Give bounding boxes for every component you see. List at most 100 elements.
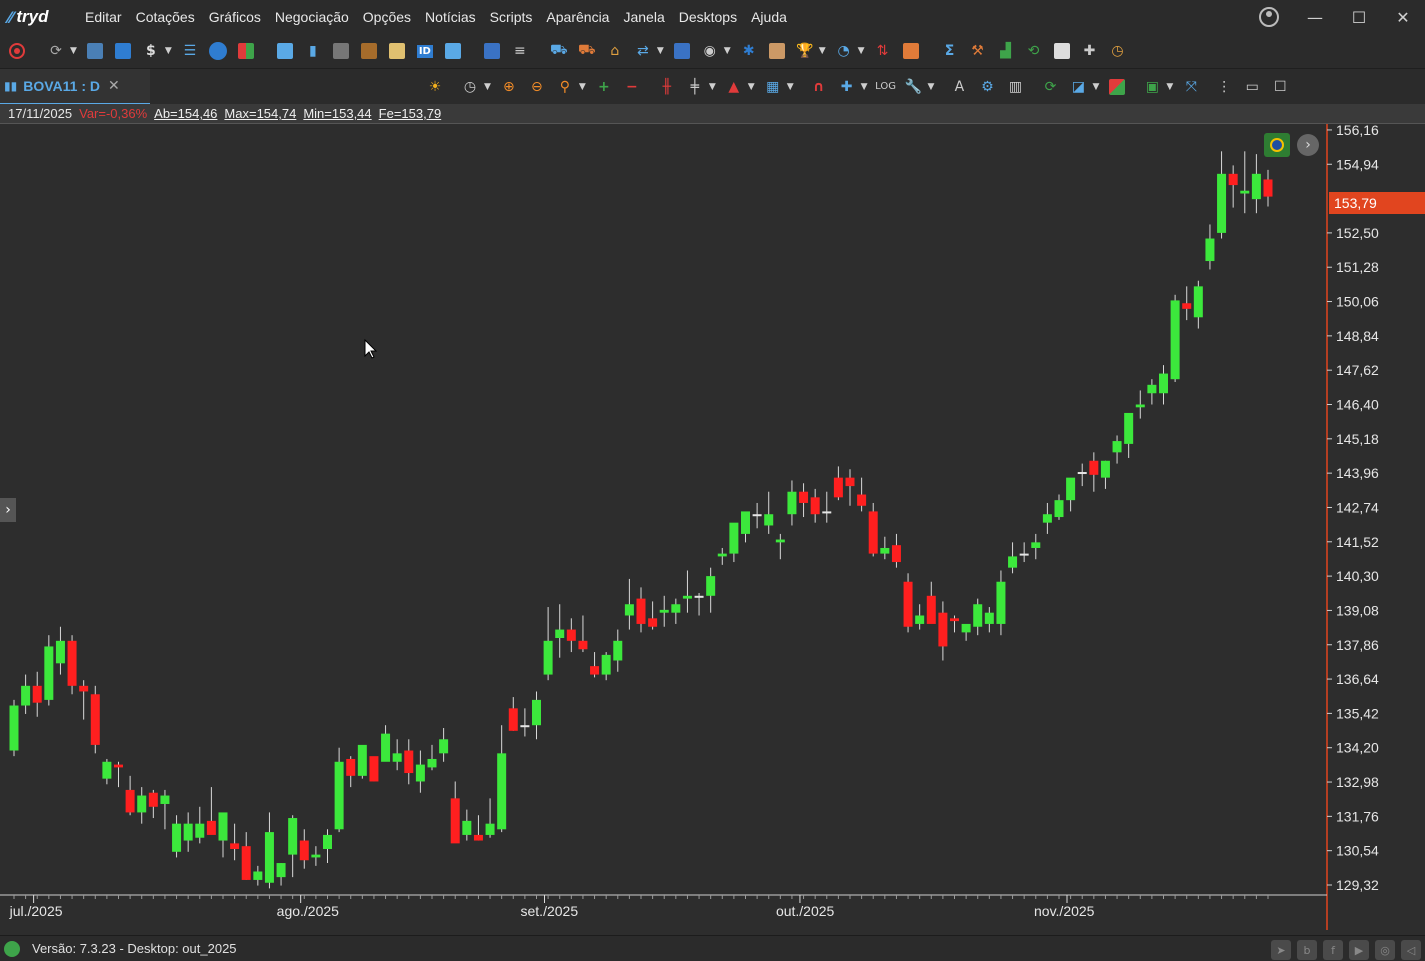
- panel-minimize-icon[interactable]: ▭: [1241, 76, 1263, 98]
- menu-scripts[interactable]: Scripts: [483, 9, 540, 25]
- card-icon[interactable]: [274, 40, 296, 62]
- book-icon[interactable]: [112, 40, 134, 62]
- chevron-down-icon[interactable]: ▼: [787, 82, 794, 92]
- menu-desktops[interactable]: Desktops: [672, 9, 744, 25]
- chevron-down-icon[interactable]: ▼: [165, 46, 172, 56]
- lightbulb-icon[interactable]: ☀: [424, 76, 446, 98]
- arrows-icon[interactable]: ⇅: [872, 40, 894, 62]
- sync-icon[interactable]: ⟲: [1023, 40, 1045, 62]
- bars-chart-icon[interactable]: ▥: [1004, 76, 1026, 98]
- page-icon[interactable]: [442, 40, 464, 62]
- candlestick-chart[interactable]: 156,16 154,94 152,50 151,28 150,06 148,84 147,…: [0, 124, 1425, 930]
- user-account-button[interactable]: [1245, 7, 1293, 27]
- menu-cotacoes[interactable]: Cotações: [129, 9, 202, 25]
- crosshair-icon[interactable]: ✚: [836, 76, 858, 98]
- select-icon[interactable]: ▣: [1141, 76, 1163, 98]
- dollar-icon[interactable]: $: [140, 40, 162, 62]
- tab-close-icon[interactable]: ✕: [108, 78, 120, 94]
- chevron-down-icon[interactable]: ▼: [484, 82, 491, 92]
- bars-icon[interactable]: ☰: [179, 40, 201, 62]
- cart-buy-icon[interactable]: ⛟: [548, 40, 570, 62]
- table-icon[interactable]: [481, 40, 503, 62]
- clock-icon[interactable]: ◷: [1107, 40, 1129, 62]
- period-clock-icon[interactable]: ◷: [459, 76, 481, 98]
- report-icon[interactable]: [671, 40, 693, 62]
- id-icon[interactable]: ID: [414, 40, 436, 62]
- instagram-icon[interactable]: ◎: [1375, 940, 1395, 960]
- menu-noticias[interactable]: Notícias: [418, 9, 483, 25]
- layout-icon[interactable]: ▦: [762, 76, 784, 98]
- chevron-down-icon[interactable]: ▼: [657, 46, 664, 56]
- box-icon[interactable]: [358, 40, 380, 62]
- settings-icon[interactable]: ⚙: [976, 76, 998, 98]
- tab-bova11[interactable]: ▮▮ BOVA11 : D ✕: [0, 68, 150, 105]
- shapes-icon[interactable]: ▲: [723, 76, 745, 98]
- menu-aparencia[interactable]: Aparência: [539, 9, 616, 25]
- mini-chart-icon[interactable]: ▟: [995, 40, 1017, 62]
- grid-color-icon[interactable]: [235, 40, 257, 62]
- eye-icon[interactable]: ◉: [699, 40, 721, 62]
- facebook-icon[interactable]: f: [1323, 940, 1343, 960]
- menu-graficos[interactable]: Gráficos: [202, 9, 268, 25]
- compare-icon[interactable]: [1106, 76, 1128, 98]
- add-bar-icon[interactable]: +: [593, 76, 615, 98]
- chart-area[interactable]: 156,16 154,94 152,50 151,28 150,06 148,84 147,…: [0, 124, 1425, 930]
- chevron-down-icon[interactable]: ▼: [819, 46, 826, 56]
- menu-ajuda[interactable]: Ajuda: [744, 9, 794, 25]
- chevron-down-icon[interactable]: ▼: [861, 82, 868, 92]
- telegram-icon[interactable]: ➤: [1271, 940, 1291, 960]
- close-button[interactable]: ✕: [1381, 8, 1425, 27]
- indicator-icon[interactable]: ╪: [684, 76, 706, 98]
- sigma-icon[interactable]: Σ: [939, 40, 961, 62]
- calculator-icon[interactable]: [330, 40, 352, 62]
- menu-negociacao[interactable]: Negociação: [268, 9, 356, 25]
- area-chart-icon[interactable]: ◪: [1067, 76, 1089, 98]
- document-icon[interactable]: [386, 40, 408, 62]
- cart-sell-icon[interactable]: ⛟: [576, 40, 598, 62]
- calendar-icon[interactable]: [766, 40, 788, 62]
- chevron-down-icon[interactable]: ▼: [748, 82, 755, 92]
- zoom-out-icon[interactable]: ⊖: [526, 76, 548, 98]
- minimize-button[interactable]: —: [1293, 8, 1337, 27]
- sheet-icon[interactable]: [1051, 40, 1073, 62]
- gear-blue-icon[interactable]: ✱: [738, 40, 760, 62]
- fit-icon[interactable]: ⤧: [1180, 76, 1202, 98]
- brazil-flag-icon[interactable]: [1264, 133, 1290, 157]
- chevron-down-icon[interactable]: ▼: [70, 46, 77, 56]
- trophy-icon[interactable]: 🏆: [794, 40, 816, 62]
- basket-icon[interactable]: ⌂: [604, 40, 626, 62]
- chevron-down-icon[interactable]: ▼: [928, 82, 935, 92]
- more-icon[interactable]: ⋮: [1213, 76, 1235, 98]
- candle-type-icon[interactable]: ╫: [656, 76, 678, 98]
- blog-icon[interactable]: b: [1297, 940, 1317, 960]
- menu-janela[interactable]: Janela: [616, 9, 671, 25]
- monitor-icon[interactable]: [84, 40, 106, 62]
- panel-maximize-icon[interactable]: ☐: [1269, 76, 1291, 98]
- menu-editar[interactable]: Editar: [78, 9, 129, 25]
- reload-icon[interactable]: ⟳: [1039, 76, 1061, 98]
- youtube-icon[interactable]: ▶: [1349, 940, 1369, 960]
- chevron-down-icon[interactable]: ▼: [1092, 82, 1099, 92]
- chevron-down-icon[interactable]: ▼: [724, 46, 731, 56]
- chevron-down-icon[interactable]: ▼: [858, 46, 865, 56]
- list-icon[interactable]: ≡: [509, 40, 531, 62]
- magnet-icon[interactable]: ∩: [808, 76, 830, 98]
- chevron-down-icon[interactable]: ▼: [1166, 82, 1173, 92]
- chevron-down-icon[interactable]: ▼: [709, 82, 716, 92]
- wrench-icon[interactable]: 🔧: [903, 76, 925, 98]
- maximize-button[interactable]: ☐: [1337, 8, 1381, 27]
- expand-panel-button[interactable]: ›: [0, 498, 16, 522]
- hammer-icon[interactable]: ⚒: [967, 40, 989, 62]
- alert-icon[interactable]: [900, 40, 922, 62]
- lightning-icon[interactable]: [207, 40, 229, 62]
- send-icon[interactable]: ◁: [1401, 940, 1421, 960]
- remove-bar-icon[interactable]: −: [621, 76, 643, 98]
- chevron-right-icon[interactable]: ›: [1297, 134, 1319, 156]
- zoom-search-icon[interactable]: ⚲: [554, 76, 576, 98]
- gauge-icon[interactable]: ◔: [833, 40, 855, 62]
- record-icon[interactable]: [6, 40, 28, 62]
- puzzle-icon[interactable]: ✚: [1079, 40, 1101, 62]
- swap-icon[interactable]: ⇄: [632, 40, 654, 62]
- text-tool-icon[interactable]: A: [948, 76, 970, 98]
- chevron-down-icon[interactable]: ▼: [579, 82, 586, 92]
